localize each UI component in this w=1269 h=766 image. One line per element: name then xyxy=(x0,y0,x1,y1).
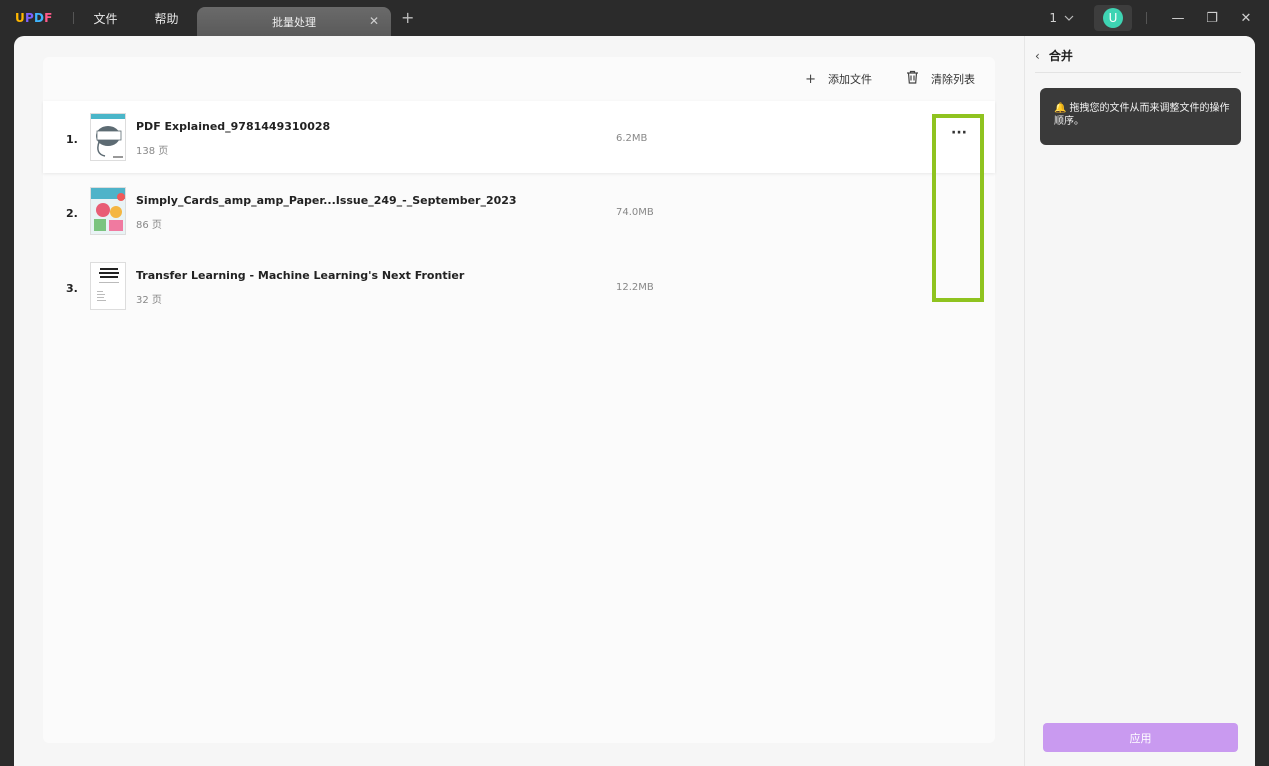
hint-text: 拖拽您的文件从而来调整文件的操作顺序。 xyxy=(1054,103,1230,127)
drag-hint-tooltip: 🔔 拖拽您的文件从而来调整文件的操作顺序。 xyxy=(1040,88,1241,145)
clear-list-label: 清除列表 xyxy=(931,73,975,86)
file-name: Simply_Cards_amp_amp_Paper...Issue_249_-… xyxy=(136,194,517,207)
file-size: 74.0MB xyxy=(616,207,654,218)
file-list-panel: + 添加文件 清除列表 1. PDF Explained_97814493100… xyxy=(43,57,995,743)
logo-letter-f: F xyxy=(44,11,53,25)
file-thumbnail xyxy=(90,113,126,161)
bell-icon: 🔔 xyxy=(1054,103,1067,114)
controls-separator xyxy=(1146,12,1147,24)
file-pages: 32 页 xyxy=(136,295,162,306)
close-window-icon[interactable]: ✕ xyxy=(1229,11,1263,26)
chevron-down-icon xyxy=(1064,13,1074,24)
page-count-dropdown[interactable]: 1 xyxy=(1049,11,1074,25)
side-divider xyxy=(1035,72,1241,73)
file-thumbnail xyxy=(90,262,126,310)
logo-letter-p: P xyxy=(24,11,34,25)
page-count-value: 1 xyxy=(1049,11,1057,25)
window-controls: 1 U — ❐ ✕ xyxy=(1049,0,1269,36)
merge-side-panel: ‹ 合并 🔔 拖拽您的文件从而来调整文件的操作顺序。 应用 xyxy=(1024,36,1255,766)
menu-help[interactable]: 帮助 xyxy=(155,10,179,27)
list-item[interactable]: 2. Simply_Cards_amp_amp_Paper...Issue_24… xyxy=(43,175,995,247)
file-index: 3. xyxy=(66,282,78,295)
add-files-button[interactable]: + 添加文件 xyxy=(805,71,872,87)
minimize-icon[interactable]: — xyxy=(1161,11,1195,26)
add-tab-icon[interactable]: + xyxy=(401,8,414,27)
content-area: + 添加文件 清除列表 1. PDF Explained_97814493100… xyxy=(14,36,1255,766)
title-separator xyxy=(72,12,74,24)
list-item[interactable]: 3. Transfer Learning - Machine Learning'… xyxy=(43,250,995,322)
file-size: 6.2MB xyxy=(616,133,648,144)
file-index: 1. xyxy=(66,133,78,146)
trash-icon xyxy=(906,70,919,88)
file-size: 12.2MB xyxy=(616,282,654,293)
add-files-label: 添加文件 xyxy=(828,73,872,86)
title-bar: UPDF 文件 帮助 批量处理 ✕ + 1 U — ❐ ✕ xyxy=(0,0,1269,36)
logo-letter-u: U xyxy=(15,11,25,25)
menu-file[interactable]: 文件 xyxy=(94,10,118,27)
file-pages: 138 页 xyxy=(136,146,169,157)
updf-logo[interactable]: UPDF xyxy=(15,11,53,25)
plus-icon: + xyxy=(805,71,816,87)
file-index: 2. xyxy=(66,207,78,220)
apply-button[interactable]: 应用 xyxy=(1043,723,1238,752)
list-toolbar: + 添加文件 清除列表 xyxy=(805,70,975,88)
tab-title: 批量处理 xyxy=(272,15,316,29)
chevron-left-icon[interactable]: ‹ xyxy=(1035,49,1040,63)
file-name: PDF Explained_9781449310028 xyxy=(136,120,331,133)
file-name: Transfer Learning - Machine Learning's N… xyxy=(136,269,465,282)
side-panel-title: 合并 xyxy=(1048,49,1073,63)
file-thumbnail xyxy=(90,187,126,235)
logo-letter-d: D xyxy=(33,11,45,25)
account-button[interactable]: U xyxy=(1094,5,1132,31)
list-item[interactable]: 1. PDF Explained_9781449310028 138 页 6.2… xyxy=(43,101,995,173)
tab-close-icon[interactable]: ✕ xyxy=(369,14,379,28)
side-panel-header: ‹ 合并 xyxy=(1035,47,1073,64)
file-pages: 86 页 xyxy=(136,220,162,231)
avatar: U xyxy=(1103,8,1123,28)
restore-icon[interactable]: ❐ xyxy=(1195,11,1229,26)
clear-list-button[interactable]: 清除列表 xyxy=(906,70,975,88)
tab-batch-process[interactable]: 批量处理 ✕ xyxy=(197,7,391,36)
highlight-box xyxy=(932,114,984,302)
